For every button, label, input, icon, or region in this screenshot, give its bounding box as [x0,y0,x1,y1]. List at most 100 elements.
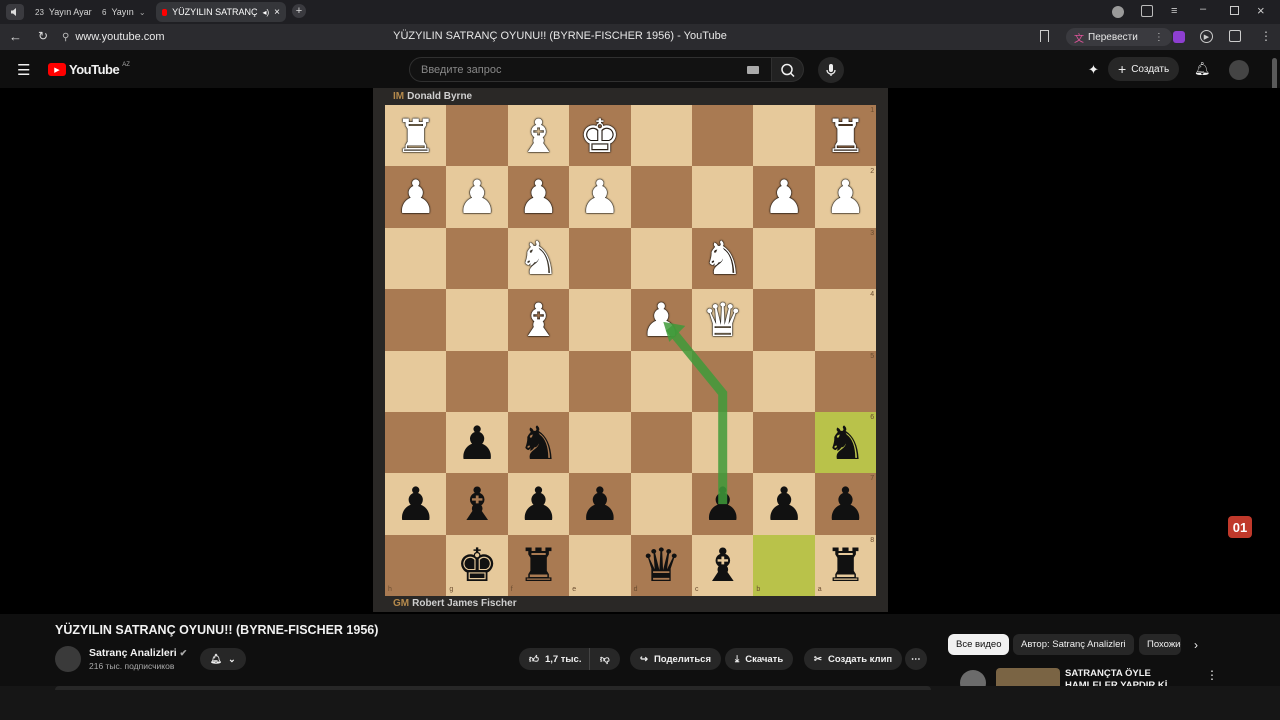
subscribe-bell-button[interactable]: 🔔︎ ⌄ [200,648,246,670]
clip-label: Создать клип [827,653,893,665]
notifications-bell-icon[interactable]: 🔔︎ [1194,61,1211,77]
site-info-icon[interactable]: ⚲ [62,32,69,43]
tab-label: YÜZYILIN SATRANÇ [172,7,258,17]
more-actions-button[interactable]: ⋯ [905,648,927,670]
board-square [385,534,447,597]
browser-menu-icon[interactable]: ⋮ [1260,29,1272,43]
plus-icon: + [1118,61,1127,77]
create-label: Создать [1131,63,1170,75]
search-input[interactable]: Введите запрос [409,57,772,82]
chess-piece: ♝ [517,292,560,347]
chip-all-videos[interactable]: Все видео [948,634,1010,655]
board-square [569,534,631,597]
window-close-icon[interactable]: × [1257,3,1265,18]
youtube-play-logo-icon: ▶ [48,63,66,76]
download-button[interactable]: ⤓ Скачать [725,648,794,670]
bell-icon: 🔔︎ [210,653,223,665]
tab-yayin[interactable]: 6 Yayın ⌄ [96,2,150,22]
chevron-right-icon[interactable]: › [1194,638,1198,652]
restore-icon[interactable] [1230,6,1239,15]
chess-piece: ♟ [640,292,682,347]
youtube-header: ☰ ▶ YouTube AZ Введите запрос ✦ + Создат… [0,50,1280,254]
chess-piece: ♟ [824,477,867,532]
board-square [569,412,631,474]
like-button[interactable]: 👍︎ 1,7 тыс. [519,648,594,670]
rank-label: 8 [870,536,875,544]
chip-related[interactable]: Похожие [1139,634,1181,655]
youtube-favicon-icon [162,8,168,16]
board-square [753,105,815,167]
back-arrow-icon[interactable]: ← [9,29,22,44]
create-button[interactable]: + Создать [1108,57,1180,81]
minimize-icon[interactable]: – [1200,3,1206,15]
board-square [385,350,447,412]
thumbs-up-icon: 👍︎ [529,654,539,665]
voice-search-button[interactable] [818,57,844,83]
close-icon[interactable]: × [274,7,280,18]
audio-playing-icon[interactable]: ◂) [262,8,269,17]
file-label: h [388,586,392,594]
address-bar: ← ↻ ⚲ www.youtube.com YÜZYILIN SATRANÇ O… [0,24,1280,50]
file-label: a [817,586,822,594]
hamburger-menu-icon[interactable]: ☰ [17,61,30,79]
board-square [692,350,754,412]
chip-label: Похожие [1147,639,1181,650]
play-extension-icon[interactable]: ▶ [1200,30,1213,43]
studio-icon[interactable]: ✦ [1088,62,1099,78]
board-square [814,350,877,412]
more-vert-icon[interactable]: ⋮ [1154,32,1164,43]
video-player[interactable]: IM Donald Byrne ♜ ♝ ♚ ♜ ♟ ♟ ♟ ♟ ♟ ♟ ♞ ♞ ♝ ♟ ♛ ♟ ♞ ♞ ♟ ♝ ♟ ♟ ♟ ♟ ♟… [0,88,1280,614]
chess-board-frame: IM Donald Byrne ♜ ♝ ♚ ♜ ♟ ♟ ♟ ♟ ♟ ♟ ♞ ♞ ♝ ♟ ♛ ♟ ♞ ♞ ♟ ♝ ♟ ♟ ♟ ♟ ♟… [373,88,888,612]
channel-watermark-badge[interactable]: 01 [1228,516,1252,538]
new-tab-icon[interactable]: + [292,4,306,18]
chevron-down-icon[interactable]: ⌄ [139,8,146,17]
description-box[interactable] [55,686,931,690]
file-label: e [572,586,577,594]
share-arrow-icon: ↪ [640,653,648,665]
chess-piece: ♟ [579,170,621,225]
tab-youtube-video[interactable]: YÜZYILIN SATRANÇ ◂) × [156,2,286,22]
translate-icon: 文 [1074,33,1084,45]
tab-yayin-ayar[interactable]: 23 Yayın Ayar [29,2,95,22]
board-square [753,350,815,412]
chip-by-author[interactable]: Автор: Satranç Analizleri [1013,634,1134,655]
microphone-icon [826,64,836,76]
url-field[interactable]: ⚲ www.youtube.com [62,29,165,45]
share-button[interactable]: ↪ Поделиться [630,648,721,670]
keyboard-icon[interactable] [747,66,759,74]
reload-icon[interactable]: ↻ [38,29,48,43]
board-square [446,227,508,290]
chess-piece: ♟ [702,477,744,532]
bookmark-icon[interactable] [1040,30,1049,42]
subscriber-count: 216 тыс. подписчиков [89,661,175,671]
rank-label: 5 [870,352,875,360]
extension-purple-icon[interactable] [1173,31,1185,43]
speaker-icon[interactable] [6,4,24,20]
rank-label: 2 [870,168,875,176]
avatar[interactable] [1229,60,1249,80]
rank-label: 7 [870,475,875,483]
file-label: b [756,586,761,594]
extensions-icon[interactable] [1141,5,1153,17]
collections-icon[interactable] [1229,30,1241,42]
player-name: Donald Byrne [407,91,473,102]
menu-lines-icon[interactable]: ≡ [1171,5,1177,17]
more-horiz-icon: ⋯ [911,653,921,665]
board-square [814,289,877,351]
board-square [446,105,508,167]
clip-button[interactable]: ✂ Создать клип [804,648,903,670]
channel-name[interactable]: Satranç Analizleri ✔ [89,647,187,659]
file-label: g [449,586,454,594]
translate-button[interactable]: 文 Перевести ⋮ [1066,28,1172,46]
search-button[interactable] [772,57,804,82]
profile-icon[interactable] [1112,6,1124,18]
chess-piece: ♟ [517,477,560,532]
youtube-logo[interactable]: ▶ YouTube AZ [48,62,130,77]
tab-count: 23 [35,7,44,17]
chess-piece: ♛ [640,538,682,593]
dislike-button[interactable]: 👎︎ [589,648,620,670]
chess-piece: ♜ [395,108,437,163]
channel-avatar[interactable] [55,646,81,672]
rec-more-vert-icon[interactable]: ⋮ [1206,668,1218,682]
player-title: GM [393,598,410,609]
